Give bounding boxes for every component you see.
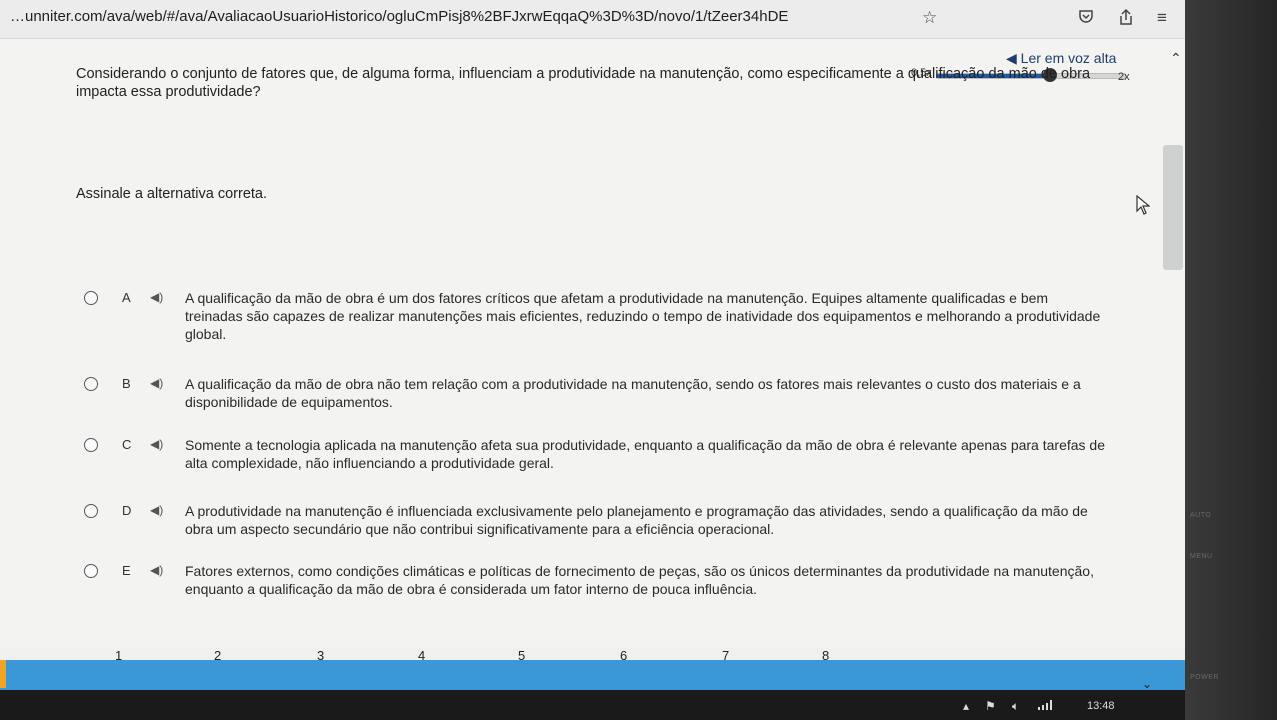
question-pagination: 1 2 3 4 5 6 7 8 (0, 648, 1185, 690)
speaker-icon[interactable]: ◀︎) (150, 376, 163, 390)
taskbar (0, 690, 1185, 720)
option-text: Somente a tecnologia aplicada na manuten… (185, 437, 1105, 471)
question-instruction: Assinale a alternativa correta. (76, 186, 268, 202)
speaker-icon[interactable]: ◀︎) (150, 563, 163, 577)
page-number-4[interactable]: 4 (418, 648, 425, 663)
chevron-down-icon[interactable]: ⌄ (1142, 677, 1152, 691)
monitor-auto-label: AUTO (1190, 512, 1212, 519)
taskbar-clock[interactable]: 13:48 (1087, 700, 1115, 712)
volume-icon[interactable]: 🔈︎ (1012, 699, 1019, 714)
page-number-7[interactable]: 7 (722, 648, 729, 663)
radio-button[interactable] (84, 291, 98, 305)
page-number-1[interactable]: 1 (115, 648, 122, 663)
mouse-cursor-icon (1136, 194, 1151, 221)
option-text: A produtividade na manutenção é influenc… (185, 503, 1088, 537)
speaker-icon[interactable]: ◀︎) (150, 437, 163, 451)
option-letter: D (122, 503, 132, 518)
monitor-bezel (1185, 0, 1277, 720)
tray-expand-icon[interactable]: ▴ (963, 699, 969, 713)
page-number-6[interactable]: 6 (620, 648, 627, 663)
speaker-icon[interactable]: ◀︎) (150, 503, 163, 517)
radio-button[interactable] (84, 438, 98, 452)
monitor-menu-label: MENU (1190, 553, 1213, 560)
radio-button[interactable] (84, 504, 98, 518)
option-letter: C (122, 437, 132, 452)
speed-max-label: 2x (1118, 71, 1130, 83)
share-icon[interactable] (1118, 8, 1134, 31)
scrollbar-thumb[interactable] (1163, 145, 1183, 270)
page-number-8[interactable]: 8 (822, 648, 829, 663)
option-text: Fatores externos, como condições climáti… (185, 563, 1094, 597)
pagination-strip (0, 648, 1185, 660)
address-bar[interactable]: …unniter.com/ava/web/#/ava/AvaliacaoUsua… (0, 0, 1185, 39)
option-letter: B (122, 376, 131, 391)
page-number-5[interactable]: 5 (518, 648, 525, 663)
monitor-power-label: POWER (1190, 674, 1219, 681)
url-text[interactable]: …unniter.com/ava/web/#/ava/AvaliacaoUsua… (10, 8, 915, 25)
speaker-icon[interactable]: ◀︎) (150, 290, 163, 304)
pocket-icon[interactable] (1078, 8, 1094, 29)
chevron-up-icon[interactable]: ⌃ (1170, 50, 1182, 67)
menu-icon[interactable]: ≡ (1157, 8, 1167, 28)
option-text: A qualificação da mão de obra é um dos f… (185, 290, 1101, 342)
option-letter: A (122, 290, 131, 305)
page-number-3[interactable]: 3 (317, 648, 324, 663)
radio-button[interactable] (84, 564, 98, 578)
radio-button[interactable] (84, 377, 98, 391)
page-number-2[interactable]: 2 (214, 648, 221, 663)
option-text: A qualificação da mão de obra não tem re… (185, 376, 1081, 410)
signal-icon[interactable] (1038, 699, 1052, 713)
browser-viewport: …unniter.com/ava/web/#/ava/AvaliacaoUsua… (0, 0, 1185, 720)
question-text: Considerando o conjunto de fatores que, … (76, 66, 1091, 100)
flag-icon[interactable]: ⚑ (985, 699, 996, 713)
option-letter: E (122, 563, 131, 578)
pagination-accent (0, 660, 6, 688)
star-icon[interactable]: ☆ (922, 8, 937, 28)
